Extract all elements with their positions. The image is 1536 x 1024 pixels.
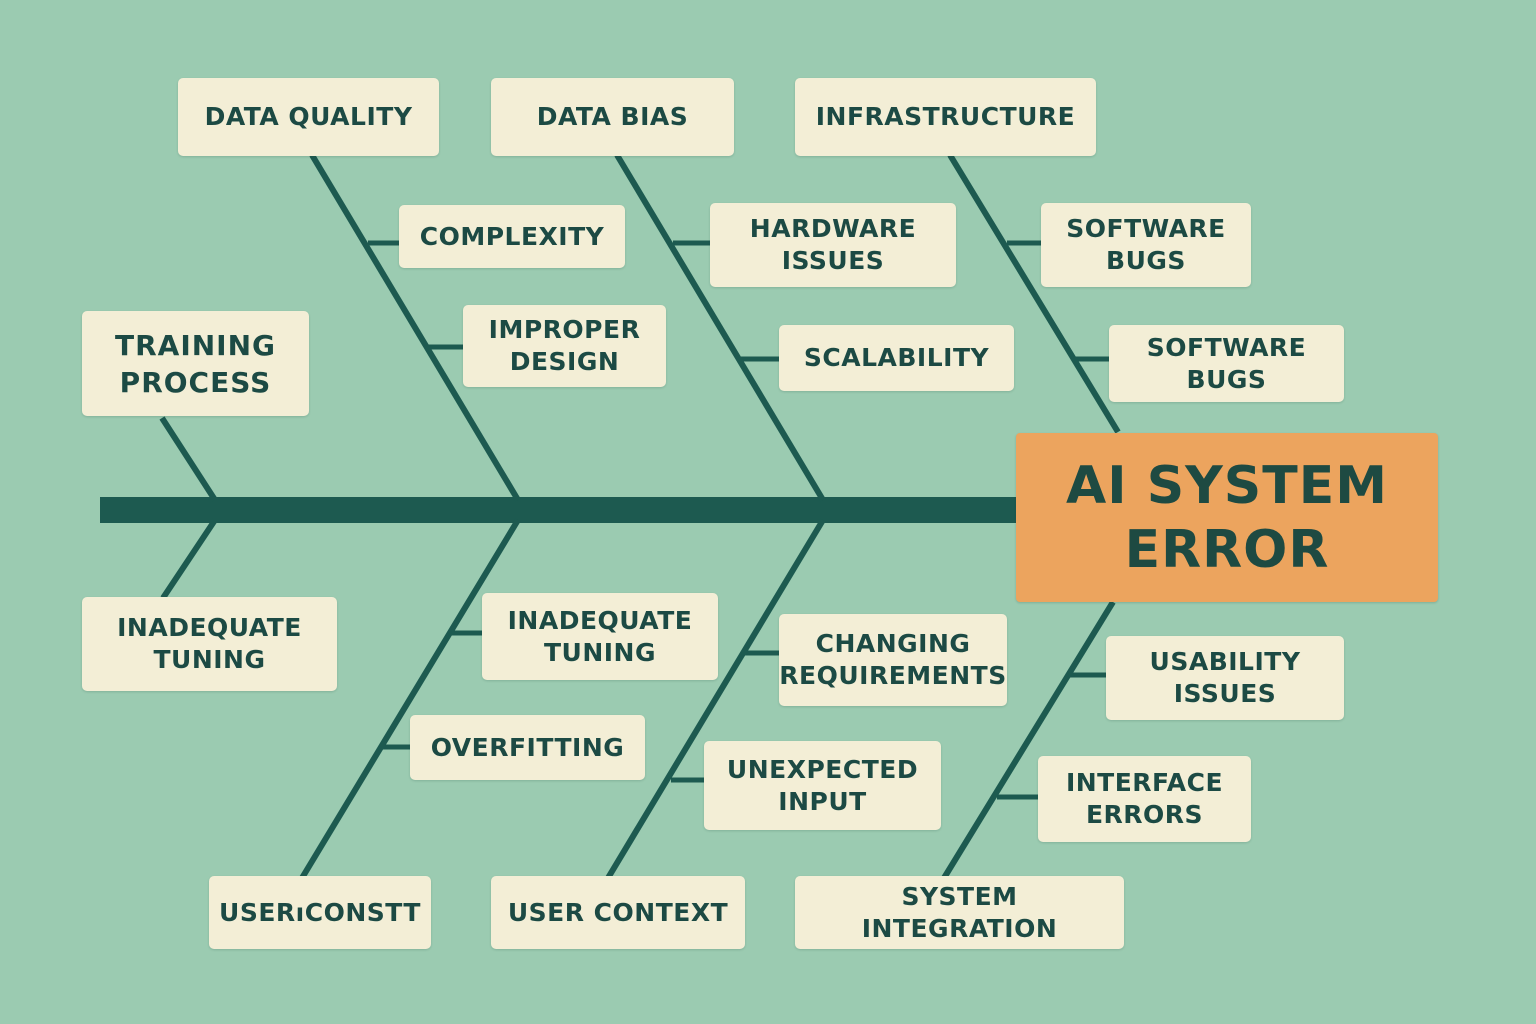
sub-cause-improper-design: IMPROPER DESIGN	[463, 305, 666, 387]
sub-cause-usability-issues: USABILITY ISSUES	[1106, 636, 1344, 720]
sub-cause-interface-errors: INTERFACE ERRORS	[1038, 756, 1251, 842]
sub-cause-software-bugs-2: SOFTWARE BUGS	[1109, 325, 1344, 402]
cause-system-integration: SYSTEM INTEGRATION	[795, 876, 1124, 949]
bone-user-const	[299, 518, 521, 880]
effect-head: AI SYSTEM ERROR	[1016, 433, 1438, 602]
cause-infrastructure: INFRASTRUCTURE	[795, 78, 1096, 156]
sub-cause-inadequate-tuning: INADEQUATE TUNING	[482, 593, 718, 680]
sub-cause-unexpected-input: UNEXPECTED INPUT	[704, 741, 941, 830]
cause-user-const: USERıCONSTT	[209, 876, 431, 949]
cause-user-context: USER CONTEXT	[491, 876, 745, 949]
sub-cause-overfitting: OVERFITTING	[410, 715, 645, 780]
sub-cause-scalability: SCALABILITY	[779, 325, 1014, 391]
sub-cause-changing-requirements: CHANGING REQUIREMENTS	[779, 614, 1007, 706]
sub-cause-hardware-issues: HARDWARE ISSUES	[710, 203, 956, 287]
cause-inadequate-tuning: INADEQUATE TUNING	[82, 597, 337, 691]
sub-cause-complexity: COMPLEXITY	[399, 205, 625, 268]
fishbone-diagram: AI SYSTEM ERROR DATA QUALITY DATA BIAS I…	[0, 0, 1536, 1024]
cause-data-bias: DATA BIAS	[491, 78, 734, 156]
cause-training-process: TRAINING PROCESS	[82, 311, 309, 416]
bone-training-process	[159, 416, 218, 502]
bone-inadequate-tuning	[160, 518, 218, 600]
cause-data-quality: DATA QUALITY	[178, 78, 439, 156]
sub-cause-software-bugs-1: SOFTWARE BUGS	[1041, 203, 1251, 287]
